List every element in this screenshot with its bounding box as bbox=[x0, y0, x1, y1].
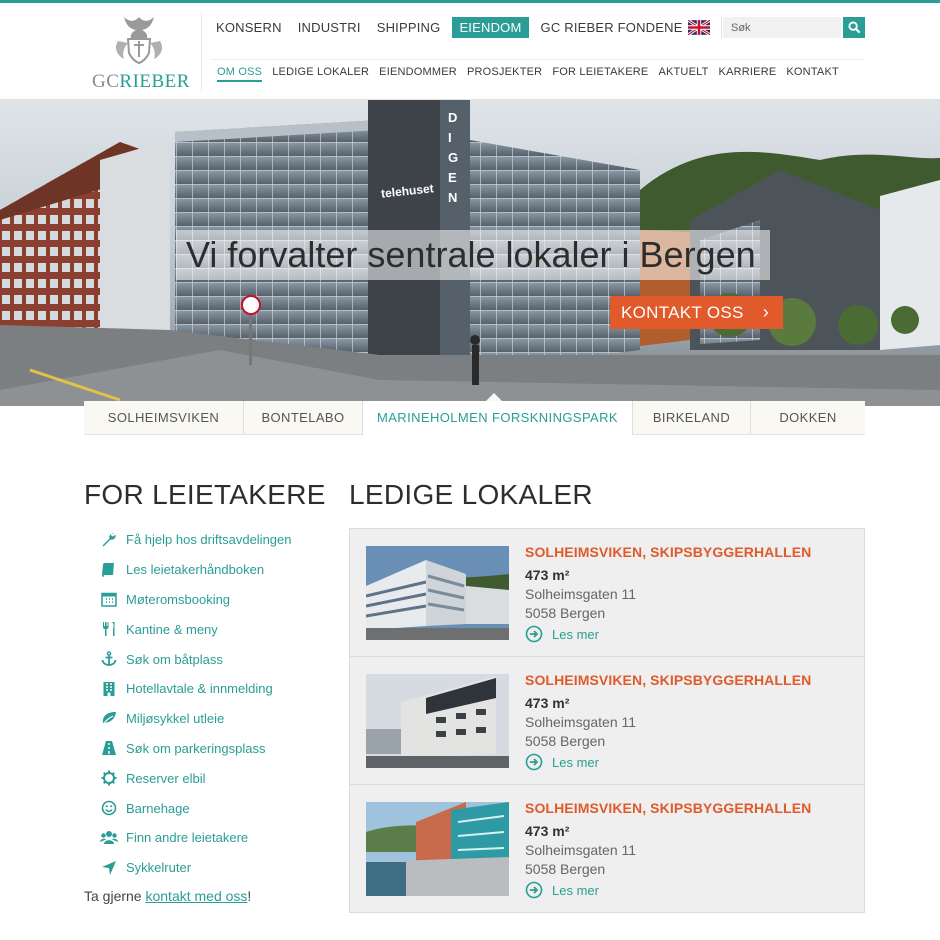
vacancy-address: Solheimsgaten 11 5058 Bergen bbox=[525, 713, 636, 751]
contact-us-button[interactable]: KONTAKT OSS › bbox=[610, 296, 783, 329]
sub-nav-kontakt[interactable]: KONTAKT bbox=[786, 66, 839, 82]
hero-title: Vi forvalter sentrale lokaler i Bergen bbox=[176, 230, 770, 280]
sub-nav-for-leietakere[interactable]: FOR LEIETAKERE bbox=[552, 66, 648, 82]
vacancy-street: Solheimsgaten 11 bbox=[525, 586, 637, 602]
vacancy-size: 473 m² bbox=[525, 695, 570, 711]
tenant-link-sykkelruter[interactable]: Sykkelruter bbox=[100, 853, 292, 883]
tab-solheimsviken[interactable]: SOLHEIMSVIKEN bbox=[84, 401, 244, 435]
sub-nav-ledige-lokaler[interactable]: LEDIGE LOKALER bbox=[272, 66, 369, 82]
tenant-link-moteromsbooking[interactable]: Møteromsbooking bbox=[100, 585, 292, 615]
main-nav-eiendom[interactable]: EIENDOM bbox=[452, 17, 529, 38]
sub-nav-om-oss[interactable]: OM OSS bbox=[217, 66, 263, 82]
tenant-link-driftsavdelingen[interactable]: Få hjelp hos driftsavdelingen bbox=[100, 525, 292, 555]
vacancy-card[interactable]: SOLHEIMSVIKEN, SKIPSBYGGERHALLEN 473 m² … bbox=[350, 529, 864, 657]
gc-rieber-logo[interactable]: GCRIEBER bbox=[88, 13, 192, 92]
cutlery-icon bbox=[100, 620, 118, 638]
crest-icon bbox=[116, 17, 162, 65]
tenant-link-andre-leietakere[interactable]: Finn andre leietakere bbox=[100, 823, 292, 853]
sub-nav: OM OSS LEDIGE LOKALER EIENDOMMER PROSJEK… bbox=[212, 66, 844, 82]
main-nav-konsern[interactable]: KONSERN bbox=[212, 17, 286, 38]
users-icon bbox=[100, 829, 118, 847]
tenant-link-batplass[interactable]: Søk om båtplass bbox=[100, 644, 292, 674]
vacancy-city: 5058 Bergen bbox=[525, 733, 606, 749]
sub-nav-eiendommer[interactable]: EIENDOMMER bbox=[379, 66, 457, 82]
tenant-link-parkeringsplass[interactable]: Søk om parkeringsplass bbox=[100, 734, 292, 764]
vacancy-address: Solheimsgaten 11 5058 Bergen bbox=[525, 841, 636, 879]
tab-marineholmen-forskningspark[interactable]: MARINEHOLMEN FORSKNINGSPARK bbox=[363, 401, 633, 435]
book-icon bbox=[100, 561, 118, 579]
tenant-links: Få hjelp hos driftsavdelingen Les leieta… bbox=[100, 525, 292, 883]
building-icon bbox=[100, 680, 118, 698]
vacancy-thumbnail[interactable] bbox=[366, 802, 509, 896]
subnav-divider bbox=[212, 59, 865, 60]
vacancy-thumbnail[interactable] bbox=[366, 674, 509, 768]
smile-icon bbox=[100, 799, 118, 817]
contact-link[interactable]: kontakt med oss bbox=[145, 888, 247, 904]
vacancy-title[interactable]: SOLHEIMSVIKEN, SKIPSBYGGERHALLEN bbox=[525, 544, 811, 560]
calendar-icon bbox=[100, 590, 118, 608]
vacancy-street: Solheimsgaten 11 bbox=[525, 714, 637, 730]
gear-icon bbox=[100, 769, 118, 787]
vacancy-city: 5058 Bergen bbox=[525, 861, 606, 877]
tab-birkeland[interactable]: BIRKELAND bbox=[633, 401, 751, 435]
main-nav: KONSERN INDUSTRI SHIPPING EIENDOM GC RIE… bbox=[212, 17, 695, 38]
vacancy-title[interactable]: SOLHEIMSVIKEN, SKIPSBYGGERHALLEN bbox=[525, 672, 811, 688]
tenant-link-barnehage[interactable]: Barnehage bbox=[100, 793, 292, 823]
building-sign-digen: DIGEN bbox=[448, 110, 459, 205]
vacancy-size: 473 m² bbox=[525, 823, 570, 839]
main-nav-shipping[interactable]: SHIPPING bbox=[373, 17, 445, 38]
read-more-link[interactable]: Les mer bbox=[525, 753, 599, 771]
vacancy-size: 473 m² bbox=[525, 567, 570, 583]
sub-nav-prosjekter[interactable]: PROSJEKTER bbox=[467, 66, 542, 82]
search-icon bbox=[847, 21, 860, 34]
vacancy-list: SOLHEIMSVIKEN, SKIPSBYGGERHALLEN 473 m² … bbox=[349, 528, 865, 913]
search-button[interactable] bbox=[843, 17, 865, 38]
vacancy-thumbnail[interactable] bbox=[366, 546, 509, 640]
vacancy-title[interactable]: SOLHEIMSVIKEN, SKIPSBYGGERHALLEN bbox=[525, 800, 811, 816]
main-nav-gc-rieber-fondene[interactable]: GC RIEBER FONDENE bbox=[537, 17, 687, 38]
contact-us-label: KONTAKT OSS bbox=[621, 303, 744, 322]
tenant-link-handboken[interactable]: Les leietakerhåndboken bbox=[100, 555, 292, 585]
logo-wordmark: GCRIEBER bbox=[92, 71, 190, 92]
tab-dokken[interactable]: DOKKEN bbox=[751, 401, 865, 435]
active-tab-pointer bbox=[486, 393, 502, 401]
vacancy-city: 5058 Bergen bbox=[525, 605, 606, 621]
main-nav-industri[interactable]: INDUSTRI bbox=[294, 17, 365, 38]
read-more-link[interactable]: Les mer bbox=[525, 881, 599, 899]
arrow-circle-right-icon bbox=[525, 753, 543, 771]
location-tabs: SOLHEIMSVIKEN BONTELABO MARINEHOLMEN FOR… bbox=[84, 401, 865, 435]
tenant-link-miljosykkel[interactable]: Miljøsykkel utleie bbox=[100, 704, 292, 734]
tenant-link-kantine[interactable]: Kantine & meny bbox=[100, 614, 292, 644]
hero-banner: telehuset DIGEN 40 Vi forvalter sentrale… bbox=[0, 100, 940, 406]
contact-note: Ta gjerne kontakt med oss! bbox=[84, 888, 252, 904]
arrow-circle-right-icon bbox=[525, 881, 543, 899]
tab-bontelabo[interactable]: BONTELABO bbox=[244, 401, 363, 435]
uk-flag-icon[interactable] bbox=[688, 20, 710, 35]
anchor-icon bbox=[100, 650, 118, 668]
location-arrow-icon bbox=[100, 859, 118, 877]
sub-nav-aktuelt[interactable]: AKTUELT bbox=[658, 66, 708, 82]
vacancy-card[interactable]: SOLHEIMSVIKEN, SKIPSBYGGERHALLEN 473 m² … bbox=[350, 657, 864, 785]
sub-nav-karriere[interactable]: KARRIERE bbox=[719, 66, 777, 82]
vacancy-address: Solheimsgaten 11 5058 Bergen bbox=[525, 585, 636, 623]
arrow-circle-right-icon bbox=[525, 625, 543, 643]
vacancy-card[interactable]: SOLHEIMSVIKEN, SKIPSBYGGERHALLEN 473 m² … bbox=[350, 785, 864, 913]
vacancy-street: Solheimsgaten 11 bbox=[525, 842, 637, 858]
flag-divider bbox=[721, 17, 722, 39]
wrench-icon bbox=[100, 531, 118, 549]
site-header: GCRIEBER KONSERN INDUSTRI SHIPPING EIEND… bbox=[0, 3, 940, 100]
header-divider bbox=[201, 13, 202, 91]
vacancies-heading: LEDIGE LOKALER bbox=[349, 479, 593, 510]
road-icon bbox=[100, 739, 118, 757]
tenant-link-hotellavtale[interactable]: Hotellavtale & innmelding bbox=[100, 674, 292, 704]
chevron-right-icon: › bbox=[762, 302, 769, 322]
search-input[interactable] bbox=[723, 17, 841, 38]
leaf-icon bbox=[100, 710, 118, 728]
tenant-link-elbil[interactable]: Reserver elbil bbox=[100, 763, 292, 793]
read-more-link[interactable]: Les mer bbox=[525, 625, 599, 643]
tenants-heading: FOR LEIETAKERE bbox=[84, 479, 326, 510]
